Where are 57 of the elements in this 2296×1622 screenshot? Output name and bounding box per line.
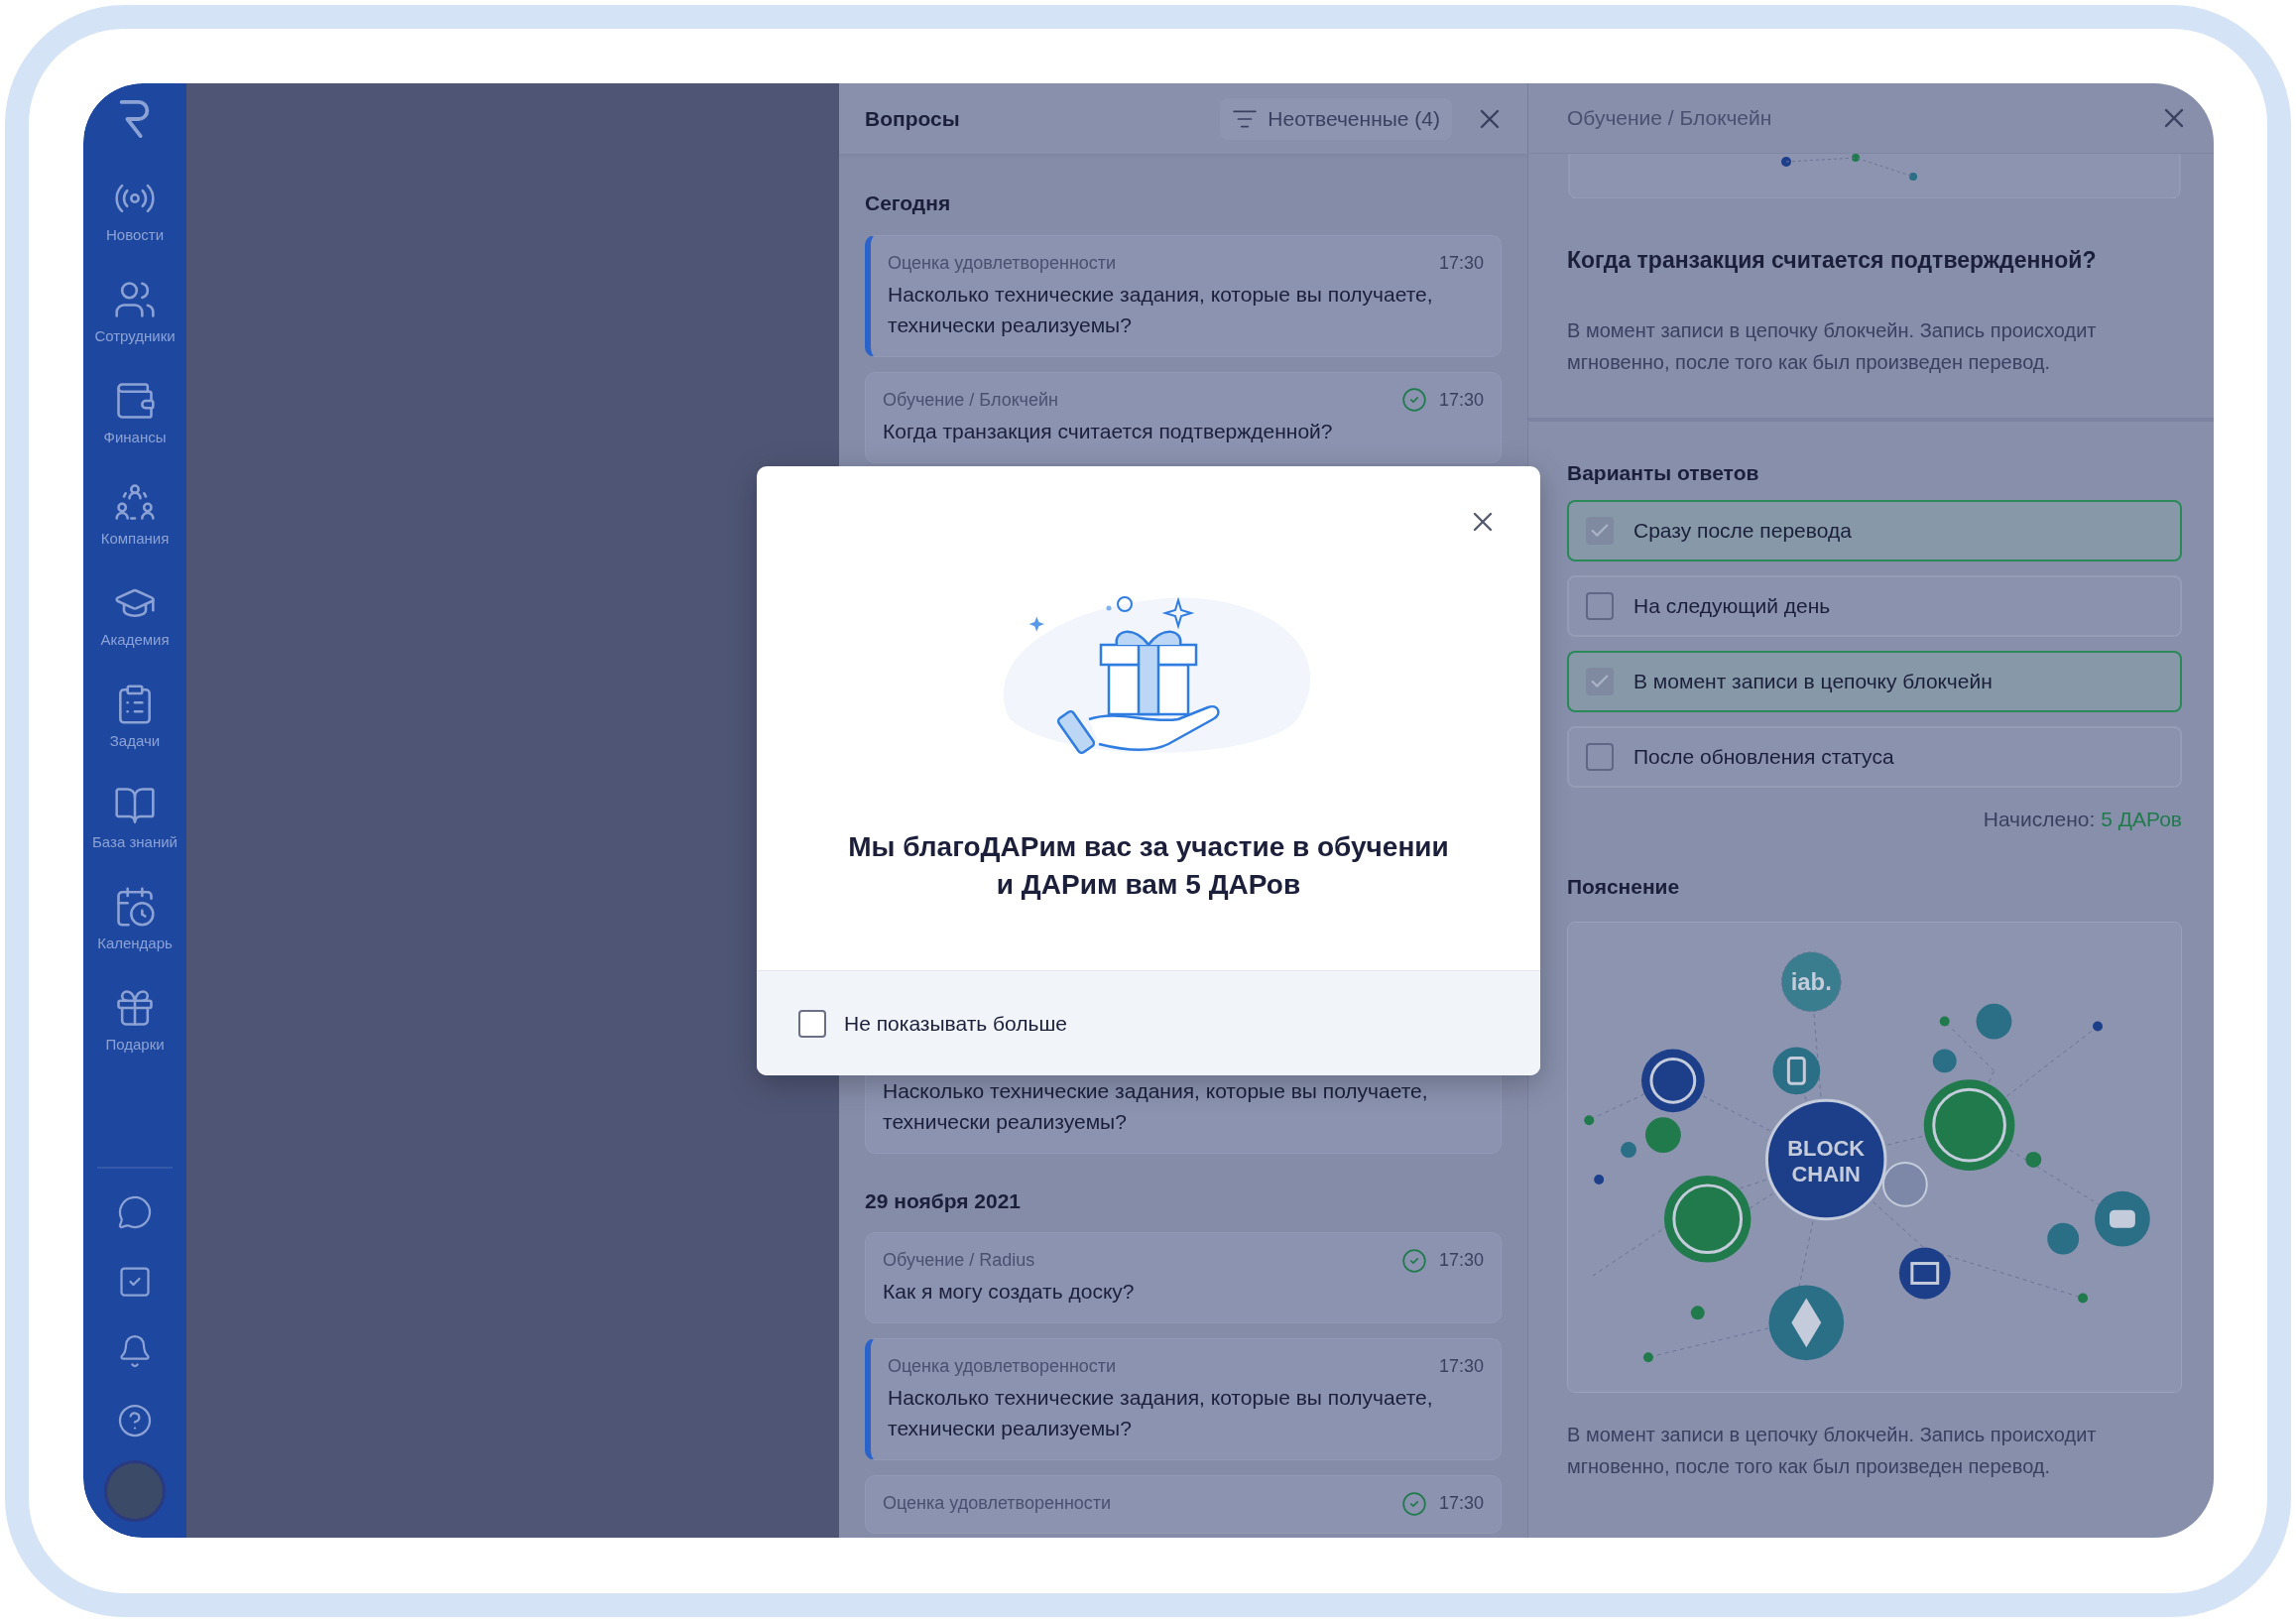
modal-message: Мы благоДАРим вас за участие в обучении и ДАРим вам 5 ДАРов	[848, 830, 1449, 902]
question-card[interactable]: Оценка удовлетворенности 17:30 Насколько технические задания, которые вы получаете, технически реализуемы?	[865, 234, 1502, 357]
question-text: Когда транзакция считается подтвержденной?	[883, 418, 1334, 444]
bell-icon[interactable]	[117, 1333, 153, 1369]
awarded-label: Начислено:	[1983, 807, 2096, 832]
question-time: 17:30	[1438, 1492, 1484, 1515]
checkbox[interactable]	[1586, 592, 1614, 620]
question-title: Когда транзакция считается подтвержденной?	[1567, 246, 2098, 275]
question-category: Обучение / Блокчейн	[883, 388, 1059, 412]
answer-option[interactable]: Сразу после перевода	[1567, 500, 2182, 561]
question-time: 17:30	[1438, 1249, 1484, 1272]
answer-option[interactable]: В момент записи в цепочку блокчейн	[1567, 651, 2182, 712]
sidebar-item[interactable]: Академия	[83, 575, 186, 663]
answer-option[interactable]: На следующий день	[1567, 575, 2182, 637]
question-time: 17:30	[1438, 1355, 1484, 1378]
sidebar-item[interactable]: Новости	[83, 171, 186, 258]
chat-icon[interactable]	[117, 1194, 153, 1230]
checkbox-icon[interactable]	[117, 1264, 153, 1300]
sidebar-item[interactable]: База знаний	[83, 778, 186, 865]
question-category: Оценка удовлетворенности	[888, 1355, 1118, 1378]
panel-title: Вопросы	[865, 105, 961, 132]
checkbox[interactable]	[1586, 743, 1614, 771]
question-text: Насколько технические задания, которые вы получаете, технически реализуемы?	[883, 1077, 1429, 1135]
question-time: 17:30	[1438, 251, 1484, 275]
sidebar-item[interactable]: Календарь	[83, 879, 186, 966]
checkbox[interactable]	[1586, 517, 1614, 545]
question-card[interactable]: Обучение / Блокчейн 17:30 Когда транзакция считается подтвержденной?	[865, 371, 1502, 463]
sidebar-item[interactable]: Компания	[83, 474, 186, 561]
question-time: 17:30	[1438, 388, 1484, 412]
question-card[interactable]: Обучение / Radius 17:30 Как я могу создать доску?	[865, 1232, 1502, 1323]
question-category: Обучение / Radius	[883, 1249, 1036, 1272]
checkbox-label: Не показывать больше	[844, 1010, 1068, 1037]
awarded-value: 5 ДАРов	[2101, 807, 2182, 832]
date-heading: 29 ноября 2021	[865, 1187, 1022, 1214]
question-text: Насколько технические задания, которые вы получаете, технически реализуемы?	[888, 281, 1434, 338]
question-card[interactable]: Оценка удовлетворенности 17:30	[865, 1475, 1502, 1534]
breadcrumb: Обучение / Блокчейн	[1567, 105, 1773, 132]
question-text: Как я могу создать доску?	[883, 1279, 1136, 1305]
filter-button[interactable]: Неотвеченные (4)	[1220, 97, 1452, 140]
blockchain-network-drawing: iab. BLOCK CHAIN	[1567, 922, 2182, 1393]
date-heading: Сегодня	[865, 190, 952, 216]
section-title: Варианты ответов	[1567, 459, 1760, 486]
sidebar-item[interactable]: Финансы	[83, 373, 186, 460]
question-category: Оценка удовлетворенности	[883, 1492, 1113, 1515]
explanation-text: В момент записи в цепочку блокчейн. Запись происходит мгновенно, после того как был произведен перевод.	[1567, 1423, 2098, 1479]
sidebar-item[interactable]: Сотрудники	[83, 272, 186, 359]
answer-text: В момент записи в цепочку блокчейн. Запись происходит мгновенно, после того как был произведен перевод.	[1567, 317, 2098, 375]
question-card[interactable]: Оценка удовлетворенности 17:30 Насколько технические задания, которые вы получаете, технически реализуемы?	[865, 1338, 1502, 1460]
question-text: Насколько технические задания, которые вы получаете, технически реализуемы?	[888, 1385, 1434, 1441]
checkbox[interactable]	[798, 1009, 826, 1038]
checkbox[interactable]	[1586, 668, 1614, 695]
question-category: Оценка удовлетворенности	[888, 251, 1118, 275]
sidebar-item[interactable]: Задачи	[83, 677, 186, 764]
answer-option[interactable]: После обновления статуса	[1567, 726, 2182, 788]
sidebar-item[interactable]: Подарки	[83, 980, 186, 1067]
help-icon[interactable]	[117, 1403, 153, 1438]
section-title: Пояснение	[1567, 873, 1681, 900]
